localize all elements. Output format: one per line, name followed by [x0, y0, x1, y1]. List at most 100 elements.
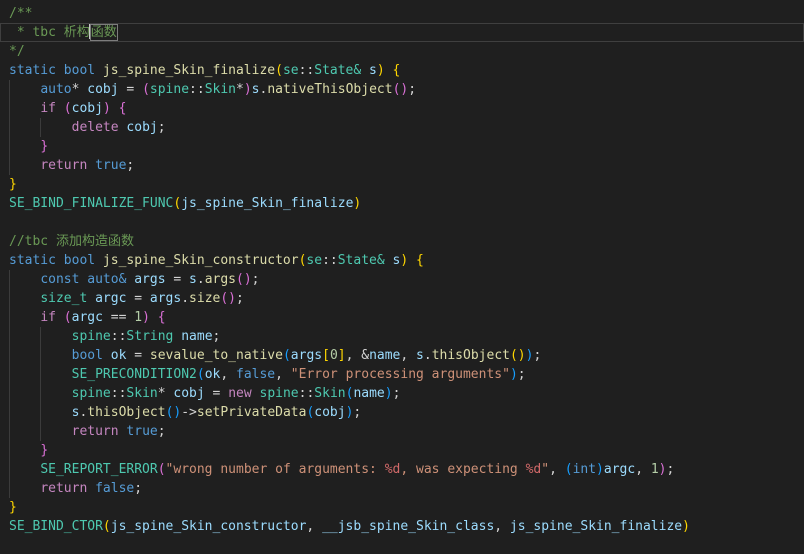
code-token: () — [509, 348, 526, 363]
code-line[interactable]: } — [0, 137, 804, 156]
code-line[interactable]: return false; — [0, 479, 804, 498]
code-token: args — [204, 272, 236, 287]
code-line[interactable]: spine::Skin* cobj = new spine::Skin(name… — [0, 384, 804, 403]
code-line[interactable]: delete cobj; — [0, 118, 804, 137]
code-token: ; — [212, 329, 221, 344]
code-token: */ — [9, 44, 25, 59]
code-token: size_t — [40, 291, 88, 306]
indent-guide — [40, 118, 42, 137]
indent-guide — [9, 99, 10, 118]
code-editor[interactable]: /** * tbc 析构函数 */ static bool js_spine_Ski… — [0, 0, 804, 554]
code-line[interactable]: return true; — [0, 156, 804, 175]
code-token: , — [635, 462, 651, 477]
code-token: ) — [509, 367, 518, 382]
code-token: cobj — [126, 120, 158, 135]
code-token: { — [118, 101, 127, 116]
code-line[interactable]: auto* cobj = (spine::Skin*)s.nativeThisO… — [0, 80, 804, 99]
code-line[interactable]: SE_REPORT_ERROR("wrong number of argumen… — [0, 460, 804, 479]
code-token: true — [95, 158, 127, 173]
code-token: argc — [71, 310, 103, 325]
code-line[interactable]: SE_BIND_FINALIZE_FUNC(js_spine_Skin_fina… — [0, 194, 804, 213]
indent-guide — [9, 365, 10, 384]
code-token: ) — [353, 196, 362, 211]
code-token: if — [40, 310, 56, 325]
code-token: . — [181, 291, 190, 306]
code-token: { — [416, 253, 424, 268]
indent-guide — [9, 460, 10, 479]
code-token: size — [189, 291, 221, 306]
code-token: * — [157, 386, 174, 401]
code-line-current[interactable]: * tbc 析构函数 — [0, 23, 804, 42]
code-token: :: — [298, 386, 315, 401]
code-token: , — [494, 519, 510, 534]
code-token: js_spine_Skin_finalize — [181, 196, 354, 211]
code-token: return — [40, 481, 88, 496]
code-token: ; — [236, 291, 244, 306]
code-token: sevalue_to_native — [149, 348, 283, 363]
code-token: js_spine_Skin_constructor — [110, 519, 307, 534]
code-token: new — [228, 386, 252, 401]
code-token: 1 — [650, 462, 659, 477]
code-line[interactable] — [0, 213, 804, 232]
code-token: ( — [63, 101, 72, 116]
code-token: ) — [243, 82, 252, 97]
code-token: , was expecting — [400, 462, 526, 477]
code-token: ] — [337, 348, 346, 363]
code-token: ( — [564, 462, 573, 477]
code-line[interactable]: SE_PRECONDITION2(ok, false, "Error proce… — [0, 365, 804, 384]
code-token: false — [95, 481, 135, 496]
code-token: = — [118, 82, 143, 97]
code-line[interactable]: const auto& args = s.args(); — [0, 270, 804, 289]
code-token: = — [126, 291, 150, 306]
code-token: spine — [71, 329, 111, 344]
code-token: js_spine_Skin_finalize — [509, 519, 683, 534]
code-token: name — [353, 386, 385, 401]
code-line[interactable]: /** — [0, 4, 804, 23]
code-line[interactable]: return true; — [0, 422, 804, 441]
code-line[interactable]: //tbc 添加构造函数 — [0, 232, 804, 251]
code-token: ; — [533, 348, 542, 363]
code-line[interactable]: static bool js_spine_Skin_finalize(se::S… — [0, 61, 804, 80]
code-token: -> — [181, 405, 197, 420]
code-token: :: — [322, 253, 338, 268]
code-token: cobj — [87, 82, 119, 97]
indent-guide — [9, 137, 10, 156]
code-token: argc — [95, 291, 127, 306]
code-line[interactable]: } — [0, 498, 804, 517]
code-token: ( — [157, 462, 166, 477]
code-token: } — [40, 443, 49, 458]
indent-guide — [9, 441, 10, 460]
code-token: true — [126, 424, 158, 439]
code-token: = — [165, 272, 190, 287]
code-line[interactable]: bool ok = sevalue_to_native(args[0], &na… — [0, 346, 804, 365]
code-token: //tbc 添加构造函数 — [9, 234, 134, 249]
code-line[interactable]: } — [0, 175, 804, 194]
code-token: :: — [110, 386, 127, 401]
code-token: , — [306, 519, 323, 534]
code-line[interactable]: SE_BIND_CTOR(js_spine_Skin_constructor, … — [0, 517, 804, 536]
code-line[interactable]: s.thisObject()->setPrivateData(cobj); — [0, 403, 804, 422]
code-token: const auto& — [40, 272, 127, 287]
code-token: ; — [157, 424, 166, 439]
code-token: ; — [408, 82, 417, 97]
code-line[interactable]: if (cobj) { — [0, 99, 804, 118]
code-token: Skin — [126, 386, 158, 401]
code-line[interactable]: spine::String name; — [0, 327, 804, 346]
code-line[interactable]: static bool js_spine_Skin_constructor(se… — [0, 251, 804, 270]
code-line[interactable]: if (argc == 1) { — [0, 308, 804, 327]
code-line[interactable]: size_t argc = args.size(); — [0, 289, 804, 308]
code-line[interactable]: */ — [0, 42, 804, 61]
code-line[interactable]: } — [0, 441, 804, 460]
indent-guide — [9, 479, 10, 498]
code-token: ok — [110, 348, 127, 363]
code-token: name — [181, 329, 213, 344]
code-token: s — [251, 82, 260, 97]
code-token: :: — [298, 63, 315, 78]
indent-guide — [9, 156, 10, 175]
